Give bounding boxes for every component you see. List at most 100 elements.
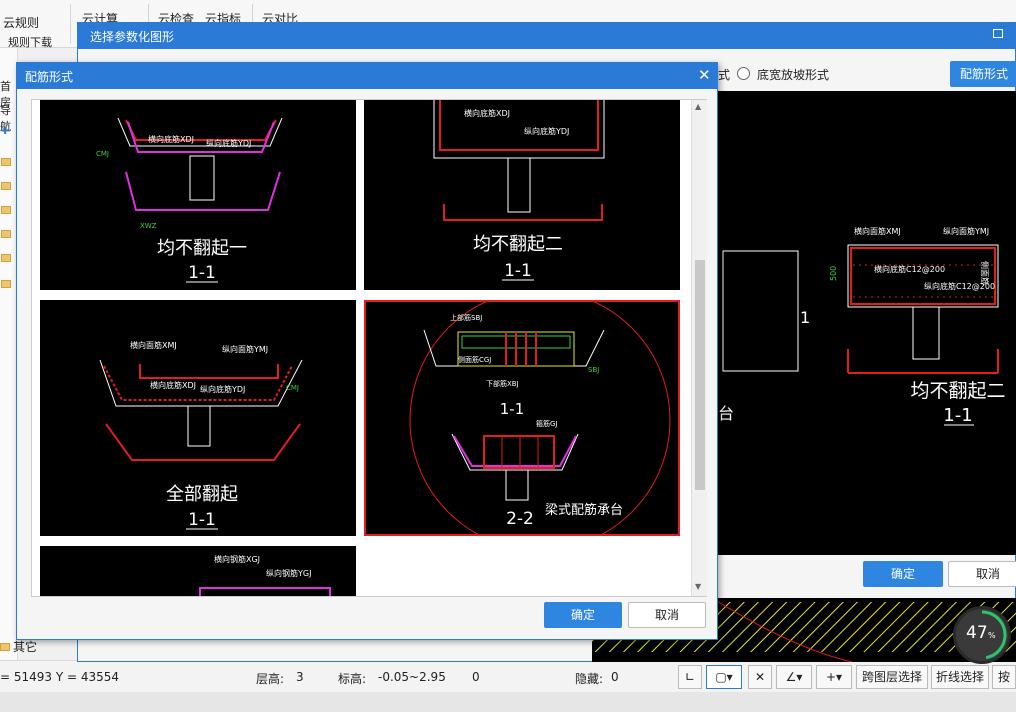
rebar-form-grid: 横向底筋XDJ 纵向底筋YDJ CMJ XWZ 均不翻起一 1-1 横向底筋XD… <box>31 99 707 597</box>
tile-beam-cap[interactable]: 上部筋SBJ 侧面筋CGJ 下部筋XBJ 箍筋GJ SBJ 1-1 2-2 梁式… <box>364 300 680 536</box>
folder-icon[interactable] <box>1 206 11 214</box>
column-outline <box>507 157 531 213</box>
tile-label: 横向钢筋XGJ <box>214 554 260 564</box>
hidden-value: 0 <box>611 670 619 684</box>
tile-caption: 全部翻起 <box>166 484 238 505</box>
scroll-up-icon[interactable]: ▲ <box>695 102 701 111</box>
by-button[interactable]: 按 <box>992 665 1016 689</box>
preview-outline <box>722 250 799 372</box>
hidden-label: 隐藏: <box>575 672 604 686</box>
tile-label: 上部筋SBJ <box>450 313 482 322</box>
tile-label: 纵向底筋YDJ <box>200 384 245 394</box>
preview-zxmj-label: 纵向面筋YMJ <box>943 226 989 236</box>
scroll-down-icon[interactable]: ▼ <box>695 582 701 591</box>
rebar-line <box>103 365 293 401</box>
inner-confirm-button[interactable]: 确定 <box>544 602 622 628</box>
tile-label: 横向底筋XDJ <box>464 108 510 118</box>
polyline-select-button[interactable]: 折线选择 <box>931 665 989 689</box>
tree-item-label: 其它 <box>13 640 38 654</box>
preview-cap <box>847 244 999 308</box>
tile-fifth[interactable]: 横向钢筋XGJ 纵向钢筋YGJ <box>40 546 356 596</box>
angle-icon[interactable]: ∠▾ <box>776 665 812 689</box>
preview-column <box>912 306 940 360</box>
scroll-thumb[interactable] <box>695 260 705 490</box>
grid-scrollbar[interactable]: ▲ ▼ <box>691 100 707 596</box>
rebar-line <box>139 364 279 379</box>
tile-section: 1-1 <box>188 510 216 530</box>
folder-icon[interactable] <box>1 280 11 288</box>
tile-drawing: 横向面筋XMJ 纵向面筋YMJ 横向底筋XDJ 纵向底筋YDJ CMJ 全部翻起… <box>99 340 303 530</box>
preview-canvas: 1 台 横向面筋XMJ 纵向面筋YMJ 横向底筋C12@200 纵向底筋C12@… <box>718 91 1016 555</box>
preview-hxdj-label: 横向底筋C12@200 <box>874 264 945 274</box>
rebar-form-dialog: 配筋形式 ✕ 横向底筋XDJ 纵向底筋YDJ CMJ XWZ 均不翻起一 1-1 <box>16 62 718 640</box>
preview-dim-500: 500 <box>829 266 838 281</box>
tile-label: XWZ <box>140 222 157 230</box>
tile-section: 1-1 <box>188 263 216 283</box>
tile-label: CMJ <box>286 384 299 392</box>
inner-cancel-button[interactable]: 取消 <box>628 602 706 628</box>
tile-label: 纵向钢筋YGJ <box>266 568 311 578</box>
dialog-title: 配筋形式 <box>25 70 74 84</box>
column-outline <box>505 469 529 501</box>
elevation-value: -0.05~2.95 <box>378 670 446 684</box>
folder-icon[interactable] <box>1 158 11 166</box>
radio-bottom-slope[interactable] <box>737 67 750 80</box>
ortho-toggle-icon[interactable]: ∟ <box>678 665 702 689</box>
preview-rebar <box>850 247 996 305</box>
ribbon-divider <box>70 4 71 44</box>
cross-icon[interactable]: ✕ <box>748 665 772 689</box>
cap-outline <box>117 117 283 147</box>
rebar-line <box>105 423 301 461</box>
tile-section: 2-2 <box>506 509 534 529</box>
tile-drawing: 横向钢筋XGJ 纵向钢筋YGJ <box>199 554 331 596</box>
folder-icon[interactable] <box>1 230 11 238</box>
elevation-label: 标高: <box>338 672 367 686</box>
preview-side-label: 侧面筋 <box>980 261 990 285</box>
preview-label-tai: 台 <box>718 404 734 423</box>
gauge-percent: 47 <box>966 623 988 643</box>
bottom-strip <box>0 692 1016 712</box>
column-outline <box>187 405 211 447</box>
preview-label-one: 1 <box>800 308 810 327</box>
tile-label: SBJ <box>588 366 599 374</box>
tile-even-two[interactable]: 横向底筋XDJ 纵向底筋YDJ 均不翻起二 1-1 <box>364 100 680 290</box>
status-bar: = 51493 Y = 43554 层高: 3 标高: -0.05~2.95 0… <box>0 660 1016 692</box>
rebar-line <box>125 171 281 211</box>
tile-all-raised[interactable]: 横向面筋XMJ 纵向面筋YMJ 横向底筋XDJ 纵向底筋YDJ CMJ 全部翻起… <box>40 300 356 536</box>
rebar-line <box>199 587 331 596</box>
selection-circle <box>409 302 671 534</box>
outer-confirm-button[interactable]: 确定 <box>863 561 943 587</box>
tile-section: 1-1 <box>504 261 532 281</box>
dialog-titlebar: 选择参数化图形 <box>78 23 1016 49</box>
tree-item-other[interactable]: 其它 <box>0 638 37 655</box>
yun-rule-button[interactable]: 云规则 <box>3 14 39 31</box>
coords-readout: = 51493 Y = 43554 <box>0 670 120 684</box>
snap-select-icon[interactable]: ▢▾ <box>706 665 742 689</box>
outer-cancel-button[interactable]: 取消 <box>948 561 1016 587</box>
tile-drawing: 上部筋SBJ 侧面筋CGJ 下部筋XBJ 箍筋GJ SBJ 1-1 2-2 梁式… <box>409 302 671 534</box>
floor-height-value: 3 <box>296 670 304 684</box>
tile-even-one[interactable]: 横向底筋XDJ 纵向底筋YDJ CMJ XWZ 均不翻起一 1-1 <box>40 100 356 290</box>
close-icon[interactable]: ✕ <box>698 66 711 84</box>
tile-label: 横向底筋XDJ <box>150 380 196 390</box>
folder-icon <box>0 643 10 651</box>
column-outline <box>189 155 215 201</box>
dialog-titlebar: 配筋形式 ✕ <box>17 63 717 89</box>
tile-label: CMJ <box>96 150 109 158</box>
tile-label: 纵向底筋YDJ <box>206 138 251 148</box>
cross-layer-select-button[interactable]: 跨图层选择 <box>856 665 928 689</box>
radio-partial-label: 式 <box>718 68 731 82</box>
preview-section: 1-1 <box>943 405 972 426</box>
folder-icon[interactable] <box>1 254 11 262</box>
add-icon[interactable]: ✚ <box>1 126 9 137</box>
tile-label: 横向底筋XDJ <box>148 134 194 144</box>
status-zero: 0 <box>472 670 480 684</box>
tile-label: 纵向底筋YDJ <box>524 126 569 136</box>
tile-section-top: 1-1 <box>500 400 525 418</box>
rebar-form-button[interactable]: 配筋形式 <box>950 61 1016 87</box>
folder-icon[interactable] <box>1 182 11 190</box>
add-point-icon[interactable]: +▾ <box>816 665 852 689</box>
tile-label: 侧面筋CGJ <box>458 355 491 364</box>
preview-caption: 均不翻起二 <box>910 380 1005 402</box>
maximize-icon[interactable] <box>993 29 1003 38</box>
